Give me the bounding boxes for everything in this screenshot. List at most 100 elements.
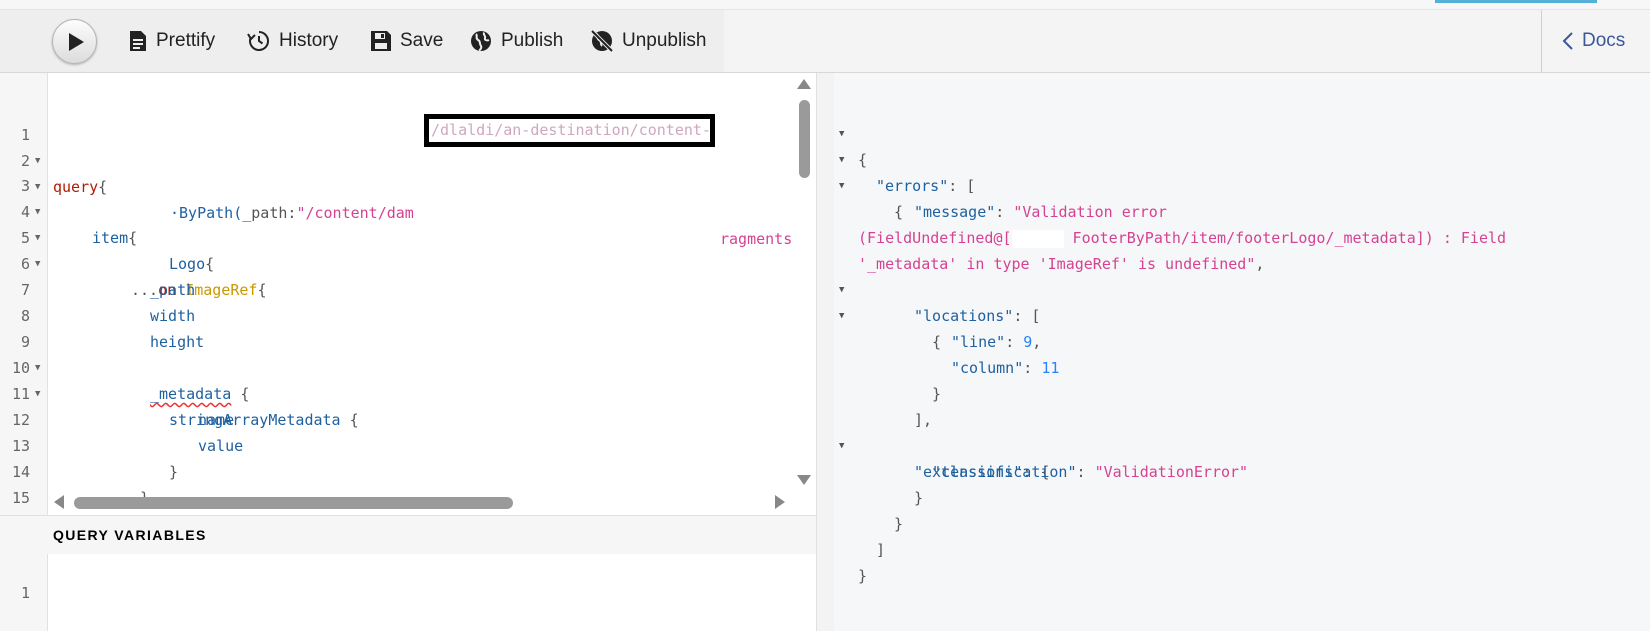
active-tab-indicator [1435, 0, 1597, 3]
history-button[interactable]: History [247, 28, 338, 54]
punctuation: { [257, 281, 267, 299]
query-editor[interactable]: 1 ▼ query{ 2 ▼ ·ByPath(_path:"/content/d… [0, 73, 817, 535]
save-button[interactable]: Save [370, 28, 443, 54]
play-icon [69, 33, 84, 51]
result-line: } [932, 385, 942, 403]
field-name: item [92, 229, 129, 247]
query-variables-editor[interactable]: 1 [0, 554, 816, 631]
json-key: "locations" [914, 307, 1014, 325]
result-line: ▼ { [834, 147, 903, 221]
code-line-11: 11 name [0, 355, 234, 429]
result-line: "classification": "ValidationError" [932, 463, 1249, 481]
code-line-4: 4 ▼ Logo{ [0, 173, 214, 273]
scroll-up-arrow-icon[interactable] [797, 79, 811, 89]
publish-label: Publish [501, 30, 564, 51]
result-line: "line": 9, [951, 333, 1042, 351]
keyword: query [53, 178, 99, 196]
toolbar-actions: Prettify History Save Publish Unpublish [0, 10, 724, 72]
history-label: History [279, 30, 339, 51]
json-number: 11 [1041, 359, 1060, 377]
field-name: stringArrayMetadata [169, 411, 341, 429]
code-line-14: 14 } [0, 433, 149, 507]
code-line-3: 3 ▼ item{ [0, 147, 137, 247]
field-name: value [198, 437, 244, 455]
code-line-5: 5 ▼ ...on ImageRef{ [0, 199, 267, 299]
json-string: (FieldUndefined@[ [858, 229, 1012, 247]
result-line: ▼ "extensions": { [834, 407, 1049, 481]
json-key: "message" [914, 203, 996, 221]
json-key: "classification" [932, 463, 1077, 481]
result-line: ▼ { [834, 277, 941, 351]
query-variables-title: QUERY VARIABLES [53, 527, 207, 543]
result-line: ▼ "errors": [ [834, 121, 975, 195]
result-line: ] [876, 541, 886, 559]
redacted-text: /dlaldi/an-destination/content-f [431, 121, 715, 139]
code-line-8: 8 height [0, 277, 204, 351]
code-line-9: 9 ▼ _metadata { [0, 303, 249, 403]
string-value: "/content/dam [296, 204, 414, 222]
json-string: FooterByPath/item/footerLogo/_metadata])… [1063, 229, 1507, 247]
argument-name: _path [242, 204, 288, 222]
horizontal-scroll-thumb[interactable] [74, 497, 513, 509]
field-name: name [198, 411, 235, 429]
code-line-2: 2 ▼ ·ByPath(_path:"/content/dam ragments [0, 122, 792, 248]
string-value-tail: ragments [720, 230, 793, 248]
unpublish-button[interactable]: Unpublish [590, 28, 707, 54]
json-key: "errors" [876, 177, 949, 195]
code-line-16: 16 [0, 487, 36, 535]
query-variables-header[interactable]: QUERY VARIABLES [0, 515, 816, 555]
result-line: ▼ { [834, 95, 870, 169]
result-line: } [914, 489, 924, 507]
result-viewer: ▼ { ▼ "errors": [ ▼ { "message": "Valida… [834, 73, 1650, 631]
punctuation: { [128, 229, 138, 247]
prettify-icon [130, 31, 146, 51]
publish-button[interactable]: Publish [469, 28, 563, 54]
field-name: Logo [169, 255, 206, 273]
scroll-down-arrow-icon[interactable] [797, 475, 811, 485]
redaction-box: /dlaldi/an-destination/content-f [424, 114, 715, 147]
redacted-text [1011, 229, 1064, 248]
field-name: height [150, 333, 205, 351]
punctuation: { [932, 333, 942, 351]
chevron-left-icon [1562, 32, 1573, 50]
field-name: width [150, 307, 196, 325]
json-string: '_metadata' in type 'ImageRef' is undefi… [858, 255, 1256, 273]
json-string: "ValidationError" [1094, 463, 1249, 481]
json-string: "Validation error [1013, 203, 1167, 221]
code-line-6: 6 _path [0, 225, 195, 299]
punctuation: } [169, 463, 179, 481]
docs-button[interactable]: Docs [1562, 28, 1625, 54]
result-line: ], [914, 411, 933, 429]
prettify-button[interactable]: Prettify [128, 28, 215, 54]
pane-resize-handle[interactable] [816, 73, 835, 631]
result-line: } [894, 515, 904, 533]
punctuation: { [205, 255, 215, 273]
save-label: Save [400, 30, 444, 51]
unpublish-icon [590, 29, 614, 53]
json-number: 9 [1023, 333, 1033, 351]
result-line: ▼ "locations": [ [834, 251, 1040, 325]
punctuation: { [240, 385, 250, 403]
docs-label: Docs [1582, 30, 1626, 51]
globe-icon [471, 31, 491, 52]
result-line: "message": "Validation error [914, 203, 1167, 221]
field-name: _path [150, 281, 196, 299]
punctuation: { [894, 203, 904, 221]
save-icon [371, 31, 391, 51]
run-query-button[interactable] [52, 19, 97, 64]
toolbar: Prettify History Save Publish Unpublish … [0, 10, 1650, 73]
vertical-scroll-thumb[interactable] [799, 100, 810, 178]
unpublish-label: Unpublish [622, 30, 707, 51]
line-number: 1 [20, 584, 30, 602]
result-line: '_metadata' in type 'ImageRef' is undefi… [858, 255, 1265, 273]
type-name: ImageRef [185, 281, 258, 299]
scroll-right-arrow-icon[interactable] [775, 495, 785, 509]
prettify-label: Prettify [156, 30, 216, 51]
history-icon [247, 31, 270, 51]
code-line-15: 15 } [0, 459, 140, 533]
scroll-left-arrow-icon[interactable] [54, 495, 64, 509]
code-line-13: 13 } [0, 407, 178, 481]
json-key: "column" [951, 359, 1024, 377]
json-key: "line" [951, 333, 1006, 351]
field-name-error: _metadata [150, 385, 232, 403]
